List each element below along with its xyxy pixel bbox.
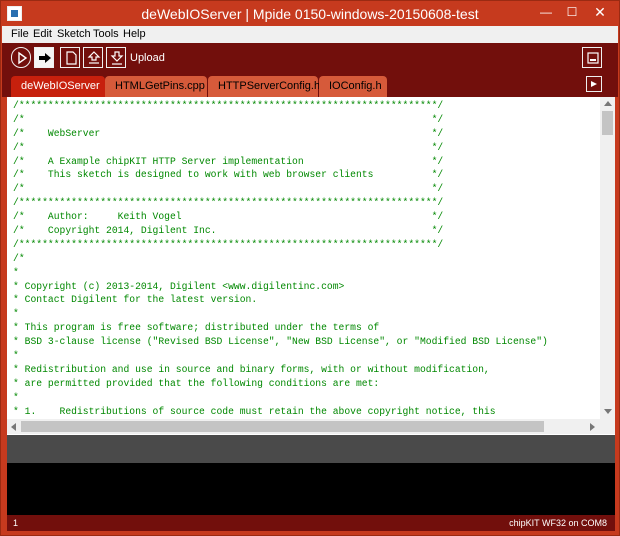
save-icon — [110, 51, 124, 65]
tab-httpserverconfig[interactable]: HTTPServerConfig.h — [208, 76, 320, 97]
horizontal-scroll-thumb[interactable] — [21, 421, 544, 432]
code-line[interactable]: /* Copyright 2014, Digilent Inc. */ — [13, 224, 603, 238]
code-line[interactable]: * — [13, 391, 603, 405]
status-bar: 1 chipKIT WF32 on COM8 — [7, 515, 615, 531]
code-line[interactable]: * — [13, 266, 603, 280]
serial-monitor-button[interactable] — [582, 47, 602, 68]
new-button[interactable] — [60, 47, 80, 68]
scroll-down-icon[interactable] — [604, 409, 612, 414]
code-line[interactable]: /***************************************… — [13, 238, 603, 252]
code-line[interactable]: /* A Example chipKIT HTTP Server impleme… — [13, 155, 603, 169]
code-line[interactable]: * Redistribution and use in source and b… — [13, 363, 603, 377]
upload-icon — [39, 53, 51, 63]
code-line[interactable]: * — [13, 349, 603, 363]
menu-help[interactable]: Help — [123, 28, 146, 40]
code-line[interactable]: * Contact Digilent for the latest versio… — [13, 293, 603, 307]
code-line[interactable]: /* */ — [13, 141, 603, 155]
toolbar-hover-label: Upload — [130, 52, 165, 64]
scroll-left-icon[interactable] — [11, 423, 16, 431]
code-line[interactable]: /* — [13, 252, 603, 266]
open-icon — [87, 51, 101, 64]
verify-button[interactable] — [11, 47, 31, 68]
code-line[interactable]: /* */ — [13, 182, 603, 196]
tab-htmlgetpins[interactable]: HTMLGetPins.cpp — [105, 76, 207, 97]
scroll-up-icon[interactable] — [604, 101, 612, 106]
console-output — [7, 463, 615, 515]
code-line[interactable]: * Copyright (c) 2013-2014, Digilent <www… — [13, 280, 603, 294]
menu-bar: File Edit Sketch Tools Help — [2, 26, 618, 43]
console-divider[interactable] — [7, 435, 615, 463]
new-icon — [66, 51, 77, 65]
code-line[interactable]: /* */ — [13, 113, 603, 127]
save-button[interactable] — [106, 47, 126, 68]
horizontal-scrollbar[interactable] — [7, 419, 600, 434]
toolbar: Upload — [2, 43, 618, 73]
close-button[interactable]: ✕ — [583, 1, 617, 23]
menu-edit[interactable]: Edit — [33, 28, 52, 40]
code-line[interactable]: * 1. Redistributions of source code must… — [13, 405, 603, 419]
code-line[interactable]: /***************************************… — [13, 99, 603, 113]
code-line[interactable]: /***************************************… — [13, 196, 603, 210]
tab-ioconfig[interactable]: IOConfig.h — [319, 76, 387, 97]
code-line[interactable]: * BSD 3-clause license ("Revised BSD Lic… — [13, 335, 603, 349]
menu-file[interactable]: File — [11, 28, 29, 40]
code-line[interactable]: * This program is free software; distrib… — [13, 321, 603, 335]
serial-monitor-icon — [587, 52, 599, 64]
open-button[interactable] — [83, 47, 103, 68]
maximize-button[interactable]: ☐ — [559, 1, 585, 23]
verify-icon — [18, 51, 28, 65]
title-bar: deWebIOServer | Mpide 0150-windows-20150… — [1, 1, 619, 26]
status-board-port: chipKIT WF32 on COM8 — [509, 518, 607, 528]
scroll-right-icon[interactable] — [590, 423, 595, 431]
code-line[interactable]: /* Author: Keith Vogel */ — [13, 210, 603, 224]
minimize-button[interactable]: — — [533, 1, 559, 23]
ide-window: deWebIOServer | Mpide 0150-windows-20150… — [0, 0, 620, 536]
tab-menu-button[interactable] — [586, 76, 602, 92]
code-text-area[interactable]: /***************************************… — [13, 99, 603, 419]
code-line[interactable]: /* This sketch is designed to work with … — [13, 168, 603, 182]
tab-dewebioserver[interactable]: deWebIOServer — [11, 76, 105, 97]
code-editor[interactable]: /***************************************… — [7, 97, 615, 435]
upload-button[interactable] — [34, 47, 54, 68]
vertical-scroll-thumb[interactable] — [602, 111, 613, 135]
tab-bar: deWebIOServer HTMLGetPins.cpp HTTPServer… — [2, 73, 618, 97]
menu-sketch[interactable]: Sketch — [57, 28, 91, 40]
vertical-scrollbar[interactable] — [600, 97, 615, 419]
code-line[interactable]: /* WebServer */ — [13, 127, 603, 141]
menu-tools[interactable]: Tools — [93, 28, 119, 40]
window-title: deWebIOServer | Mpide 0150-windows-20150… — [141, 6, 479, 22]
code-line[interactable]: * — [13, 307, 603, 321]
code-line[interactable]: * are permitted provided that the follow… — [13, 377, 603, 391]
tab-menu-icon — [591, 81, 597, 87]
status-line-number: 1 — [13, 518, 19, 528]
scroll-corner — [600, 419, 615, 434]
